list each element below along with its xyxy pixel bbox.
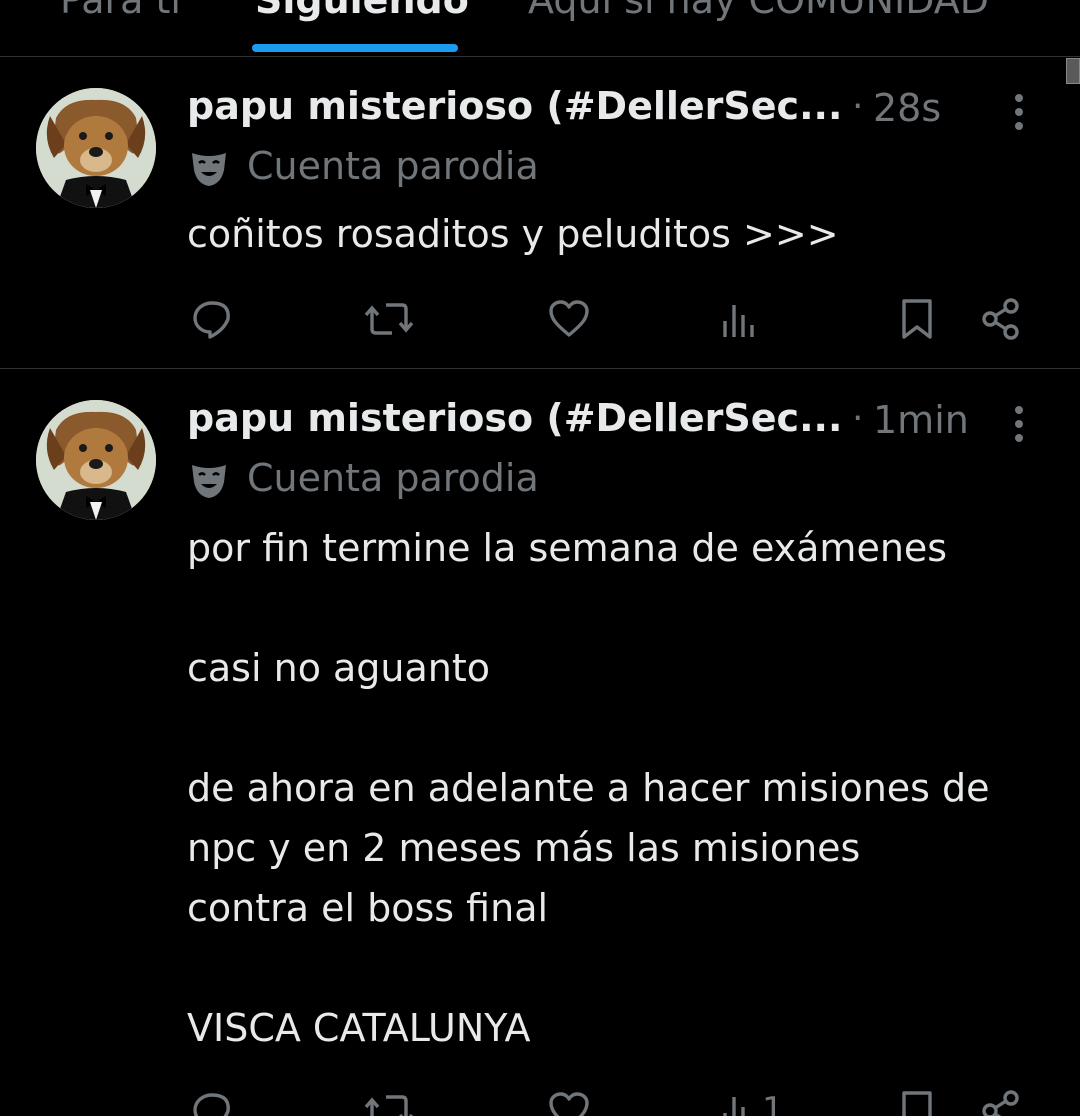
post-text-line: casi no aguanto <box>187 646 491 690</box>
tab-comunidad[interactable]: Aquí si hay COMUNIDAD <box>528 0 989 22</box>
share-icon[interactable] <box>976 1086 1026 1116</box>
bookmark-icon[interactable] <box>892 1086 942 1116</box>
post-text-line: por fin termine la semana de exámenes <box>187 526 948 570</box>
post-actions <box>0 294 1080 354</box>
timeline-tab-bar: Para ti Siguiendo Aquí si hay COMUNIDAD <box>0 0 1080 57</box>
like-icon[interactable] <box>544 1086 594 1116</box>
like-icon[interactable] <box>544 294 594 344</box>
post[interactable]: papu misterioso (#DellerSec... · 1min Cu… <box>0 370 1080 1116</box>
reply-icon[interactable] <box>187 1086 237 1116</box>
reply-icon[interactable] <box>187 294 237 344</box>
post-header: papu misterioso (#DellerSec... · 28s <box>187 80 1067 140</box>
views-icon[interactable] <box>714 1086 764 1116</box>
separator-dot: · <box>852 86 864 127</box>
repost-icon[interactable] <box>364 1086 414 1116</box>
active-tab-indicator <box>252 44 458 52</box>
post-header: papu misterioso (#DellerSec... · 1min <box>187 392 1067 452</box>
avatar[interactable] <box>36 88 156 208</box>
post-text-line: contra el boss final <box>187 886 549 930</box>
account-label: Cuenta parodia <box>247 144 539 188</box>
timeline-page: Para ti Siguiendo Aquí si hay COMUNIDAD <box>0 0 1080 1116</box>
separator-dot: · <box>852 398 864 439</box>
post-text-line: npc y en 2 meses más las misiones <box>187 826 861 870</box>
avatar[interactable] <box>36 400 156 520</box>
post-text-line: de ahora en adelante a hacer misiones de <box>187 766 990 810</box>
parody-label: Cuenta parodia <box>187 144 787 194</box>
views-icon[interactable] <box>714 294 764 344</box>
post[interactable]: papu misterioso (#DellerSec... · 28s Cue… <box>0 58 1080 369</box>
views-count: 1 <box>762 1090 784 1116</box>
parody-mask-icon <box>189 150 229 192</box>
bookmark-icon[interactable] <box>892 294 942 344</box>
account-label: Cuenta parodia <box>247 456 539 500</box>
timestamp[interactable]: 1min <box>873 398 969 442</box>
post-actions: 1 <box>0 1086 1080 1116</box>
repost-icon[interactable] <box>364 294 414 344</box>
tab-para-ti[interactable]: Para ti <box>60 0 181 22</box>
more-options-icon[interactable] <box>1007 402 1031 446</box>
display-name[interactable]: papu misterioso (#DellerSec... <box>187 84 842 128</box>
share-icon[interactable] <box>976 294 1026 344</box>
tab-siguiendo[interactable]: Siguiendo <box>255 0 469 22</box>
parody-label: Cuenta parodia <box>187 456 787 506</box>
parody-mask-icon <box>189 462 229 504</box>
more-options-icon[interactable] <box>1007 90 1031 134</box>
post-text: coñitos rosaditos y peluditos >>> <box>187 212 839 256</box>
post-text-line: VISCA CATALUNYA <box>187 1006 531 1050</box>
timestamp[interactable]: 28s <box>873 86 941 130</box>
display-name[interactable]: papu misterioso (#DellerSec... <box>187 396 842 440</box>
